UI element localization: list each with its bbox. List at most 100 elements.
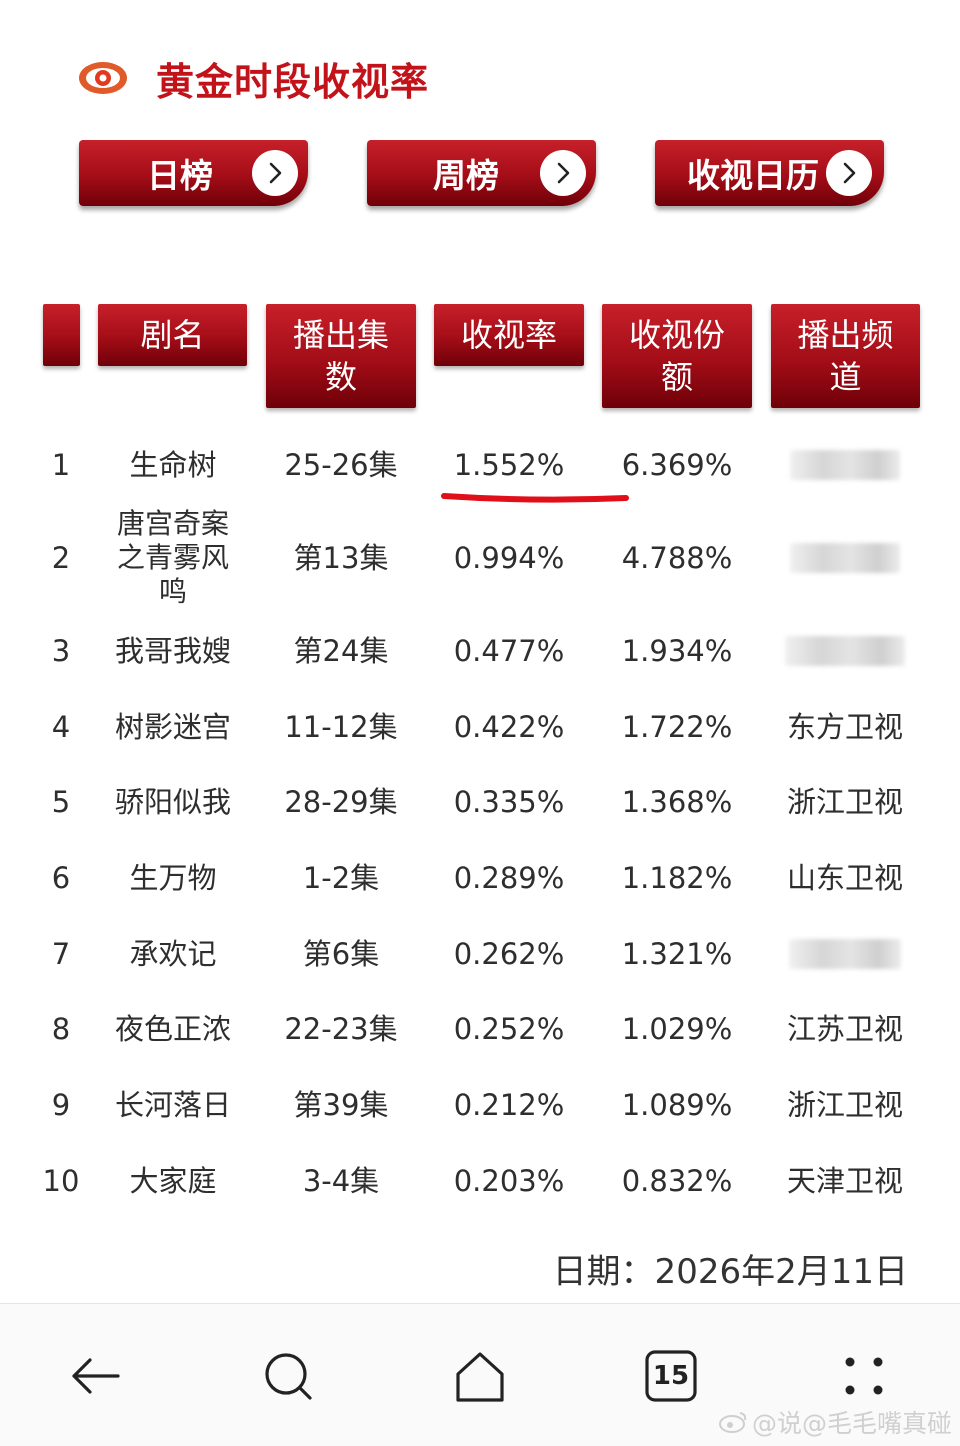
title-cell: 承欢记 bbox=[129, 937, 217, 971]
rank-cell: 6 bbox=[51, 861, 71, 895]
weekly-chart-label: 周榜 bbox=[433, 156, 499, 195]
title-cell: 生命树 bbox=[129, 448, 217, 482]
rank-cell: 9 bbox=[51, 1088, 71, 1122]
chevron-right-icon bbox=[826, 150, 872, 196]
rank-cell: 3 bbox=[51, 634, 71, 668]
header-title: 剧名 bbox=[98, 304, 247, 366]
title-cell: 我哥我嫂 bbox=[114, 634, 231, 668]
rank-cell: 2 bbox=[51, 541, 71, 575]
share-cell: 1.029% bbox=[621, 1012, 733, 1046]
episodes-cell: 第6集 bbox=[302, 937, 380, 971]
header-share: 收视份额 bbox=[602, 304, 752, 408]
channel-cell bbox=[770, 621, 920, 681]
table-row: 7 承欢记 第6集 0.262% 1.321% bbox=[0, 924, 960, 984]
episodes-cell: 3-4集 bbox=[302, 1164, 380, 1198]
episodes-cell: 25-26集 bbox=[284, 448, 398, 482]
weibo-icon bbox=[718, 1412, 747, 1433]
table-row: 8 夜色正浓 22-23集 0.252% 1.029% 江苏卫视 bbox=[0, 999, 960, 1059]
rating-cell: 0.477% bbox=[453, 634, 565, 668]
channel-cell: 山东卫视 bbox=[786, 861, 903, 895]
blurred-channel bbox=[789, 939, 901, 969]
table-row: 2 唐宫奇案之青雾风鸣 第13集 0.994% 4.788% bbox=[0, 507, 960, 608]
weekly-chart-button[interactable]: 周榜 bbox=[367, 140, 596, 206]
episodes-cell: 22-23集 bbox=[284, 1012, 398, 1046]
table-row: 5 骄阳似我 28-29集 0.335% 1.368% 浙江卫视 bbox=[0, 772, 960, 832]
channel-cell: 天津卫视 bbox=[786, 1164, 903, 1198]
table-row: 1 生命树 25-26集 1.552% 6.369% bbox=[0, 435, 960, 495]
share-cell: 1.089% bbox=[621, 1088, 733, 1122]
rating-cell: 0.335% bbox=[453, 785, 565, 819]
rating-cell: 0.994% bbox=[453, 541, 565, 575]
rating-cell: 0.289% bbox=[453, 861, 565, 895]
rank-cell: 4 bbox=[51, 710, 71, 744]
rank-cell: 5 bbox=[51, 785, 71, 819]
channel-cell: 浙江卫视 bbox=[786, 785, 903, 819]
eye-icon bbox=[79, 62, 127, 94]
blurred-channel bbox=[790, 450, 900, 480]
channel-cell: 浙江卫视 bbox=[786, 1088, 903, 1122]
chevron-right-icon bbox=[540, 150, 586, 196]
rating-cell: 0.203% bbox=[453, 1164, 565, 1198]
more-icon[interactable] bbox=[834, 1346, 894, 1406]
page-title: 黄金时段收视率 bbox=[156, 59, 430, 104]
table-row: 4 树影迷宫 11-12集 0.422% 1.722% 东方卫视 bbox=[0, 697, 960, 757]
rating-cell: 1.552% bbox=[453, 448, 565, 482]
table-row: 3 我哥我嫂 第24集 0.477% 1.934% bbox=[0, 621, 960, 681]
title-cell: 骄阳似我 bbox=[114, 785, 231, 819]
share-cell: 6.369% bbox=[621, 448, 733, 482]
share-cell: 4.788% bbox=[621, 541, 733, 575]
episodes-cell: 28-29集 bbox=[284, 785, 398, 819]
share-cell: 1.368% bbox=[621, 785, 733, 819]
watermark: @说@毛毛嘴真碰 bbox=[718, 1404, 952, 1440]
ratings-calendar-button[interactable]: 收视日历 bbox=[655, 140, 884, 206]
episodes-cell: 1-2集 bbox=[302, 861, 380, 895]
blurred-channel bbox=[790, 543, 900, 573]
date-label: 日期：2026年2月11日 bbox=[552, 1252, 908, 1292]
channel-cell bbox=[770, 435, 920, 495]
title-row: 黄金时段收视率 bbox=[78, 50, 429, 106]
rating-cell: 0.262% bbox=[453, 937, 565, 971]
channel-cell bbox=[770, 528, 920, 588]
title-cell: 生万物 bbox=[129, 861, 217, 895]
title-cell: 长河落日 bbox=[114, 1088, 231, 1122]
ratings-calendar-label: 收视日历 bbox=[687, 156, 819, 195]
tabs-icon[interactable]: 15 bbox=[641, 1346, 701, 1406]
highlight-underline bbox=[441, 493, 629, 503]
rank-cell: 10 bbox=[42, 1164, 80, 1198]
title-cell: 大家庭 bbox=[129, 1164, 217, 1198]
blurred-channel bbox=[785, 636, 905, 666]
watermark-text: @说@毛毛嘴真碰 bbox=[751, 1409, 952, 1438]
title-cell: 夜色正浓 bbox=[114, 1012, 231, 1046]
channel-cell: 江苏卫视 bbox=[786, 1012, 903, 1046]
back-arrow-icon[interactable] bbox=[66, 1346, 126, 1406]
daily-chart-button[interactable]: 日榜 bbox=[79, 140, 308, 206]
header-rank bbox=[43, 304, 80, 366]
channel-cell: 东方卫视 bbox=[786, 710, 903, 744]
rank-cell: 1 bbox=[51, 448, 71, 482]
episodes-cell: 11-12集 bbox=[284, 710, 398, 744]
share-cell: 1.182% bbox=[621, 861, 733, 895]
rating-cell: 0.212% bbox=[453, 1088, 565, 1122]
title-cell: 树影迷宫 bbox=[114, 710, 231, 744]
daily-chart-label: 日榜 bbox=[147, 156, 213, 195]
table-row: 10 大家庭 3-4集 0.203% 0.832% 天津卫视 bbox=[0, 1151, 960, 1211]
table-row: 6 生万物 1-2集 0.289% 1.182% 山东卫视 bbox=[0, 848, 960, 908]
share-cell: 1.321% bbox=[621, 937, 733, 971]
header-episodes: 播出集数 bbox=[266, 304, 416, 408]
rating-cell: 0.252% bbox=[453, 1012, 565, 1046]
header-channel: 播出频道 bbox=[771, 304, 920, 408]
share-cell: 1.722% bbox=[621, 710, 733, 744]
share-cell: 1.934% bbox=[621, 634, 733, 668]
rank-cell: 8 bbox=[51, 1012, 71, 1046]
tab-count: 15 bbox=[652, 1361, 690, 1391]
share-cell: 0.832% bbox=[621, 1164, 733, 1198]
episodes-cell: 第39集 bbox=[293, 1088, 389, 1122]
chevron-right-icon bbox=[252, 150, 298, 196]
rating-cell: 0.422% bbox=[453, 710, 565, 744]
search-icon[interactable] bbox=[258, 1346, 318, 1406]
header-rating: 收视率 bbox=[434, 304, 584, 366]
episodes-cell: 第13集 bbox=[293, 541, 389, 575]
table-row: 9 长河落日 第39集 0.212% 1.089% 浙江卫视 bbox=[0, 1075, 960, 1135]
home-icon[interactable] bbox=[450, 1346, 510, 1406]
title-cell: 唐宫奇案之青雾风鸣 bbox=[116, 507, 229, 608]
